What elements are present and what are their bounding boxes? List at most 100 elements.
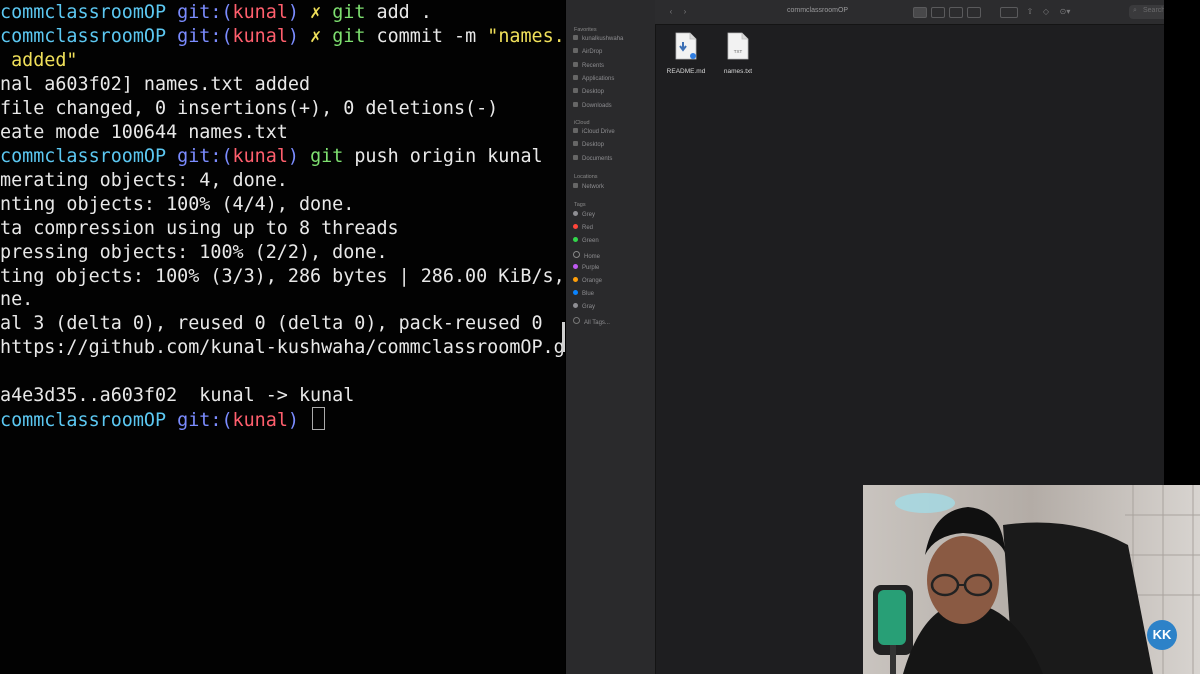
file-label: README.md: [666, 68, 706, 75]
terminal-window[interactable]: commclassroomOP git:(kunal) ✗ git add .c…: [0, 0, 565, 674]
tag-color-dot: [573, 316, 580, 324]
sidebar-item[interactable]: Desktop: [573, 88, 604, 97]
sidebar-item-label: Downloads: [582, 102, 612, 109]
terminal-text-segment: ): [287, 26, 311, 47]
sidebar-item[interactable]: Desktop: [573, 141, 604, 150]
terminal-line: nal a603f02] names.txt added: [0, 73, 310, 97]
channel-logo: KK: [1147, 620, 1177, 650]
sidebar-item[interactable]: AirDrop: [573, 48, 602, 57]
sidebar-item-label: kunalkushwaha: [582, 36, 624, 42]
terminal-line: ta compression using up to 8 threads: [0, 217, 399, 241]
sidebar-item[interactable]: Documents: [573, 154, 612, 164]
sidebar-item[interactable]: Downloads: [573, 101, 612, 111]
tag-color-dot: [573, 263, 578, 269]
icon-view-button[interactable]: [913, 7, 927, 18]
folder-icon: [573, 141, 578, 147]
terminal-text-segment: eate mode 100644 names.txt: [0, 122, 288, 143]
terminal-line: a4e3d35..a603f02 kunal -> kunal: [0, 384, 354, 408]
tag-label: Blue: [582, 291, 595, 298]
sidebar-section-locations: Locations: [574, 174, 598, 180]
list-view-button[interactable]: [931, 7, 945, 18]
sidebar-item-label: Desktop: [582, 142, 605, 149]
forward-button[interactable]: ›: [681, 7, 689, 17]
tag-icon[interactable]: ◇: [1041, 7, 1051, 17]
sidebar-tag-item[interactable]: Orange: [573, 277, 602, 286]
tag-label: Red: [582, 225, 594, 232]
finder-window-title: commclassroomOP: [787, 7, 849, 14]
sidebar-item[interactable]: Network: [573, 183, 604, 192]
terminal-text-segment: pressing objects: 100% (2/2), done.: [0, 242, 388, 263]
more-actions-icon[interactable]: ⊙▾: [1057, 7, 1073, 17]
file-names-txt[interactable]: TXT names.txt: [713, 32, 763, 75]
terminal-line: al 3 (delta 0), reused 0 (delta 0), pack…: [0, 312, 543, 336]
terminal-line: commclassroomOP git:(kunal) git push ori…: [0, 145, 543, 169]
terminal-text-segment: git:(: [177, 410, 233, 431]
terminal-text-segment: https://github.com/kunal-kushwaha/commcl…: [0, 337, 565, 358]
search-icon: ⌕: [1133, 7, 1137, 14]
webcam-overlay: [863, 485, 1200, 674]
terminal-text-segment: commclassroomOP: [0, 410, 178, 431]
presenter-video: [863, 485, 1200, 674]
column-view-button[interactable]: [949, 7, 963, 18]
sidebar-item-label: AirDrop: [582, 49, 603, 56]
group-button[interactable]: [1000, 7, 1018, 18]
sidebar-item-label: Recents: [582, 62, 605, 69]
terminal-text-segment: ting objects: 100% (3/3), 286 bytes | 28…: [0, 266, 565, 287]
finder-sidebar: Favorites kunalkushwaha AirDrop Recents App…: [566, 0, 656, 674]
sidebar-tag-item[interactable]: Purple: [573, 263, 599, 273]
folder-icon: [573, 88, 578, 94]
folder-icon: [573, 183, 578, 188]
terminal-text-segment: file changed, 0 insertions(+), 0 deletio…: [0, 98, 499, 119]
terminal-text-segment: ✗: [310, 26, 333, 47]
sidebar-tag-item[interactable]: Grey: [573, 211, 595, 220]
sidebar-item[interactable]: Recents: [573, 61, 605, 71]
window-resize-divider[interactable]: [562, 322, 565, 352]
sidebar-item[interactable]: kunalkushwaha: [573, 35, 623, 44]
file-label: names.txt: [723, 68, 753, 75]
terminal-text-segment: nting objects: 100% (4/4), done.: [0, 194, 355, 215]
terminal-text-segment: git: [310, 146, 355, 167]
terminal-line: ting objects: 100% (3/3), 286 bytes | 28…: [0, 265, 565, 289]
text-file-icon: TXT: [727, 32, 749, 60]
search-placeholder: Search: [1143, 7, 1166, 14]
terminal-line: nting objects: 100% (4/4), done.: [0, 193, 354, 217]
sidebar-tag-item[interactable]: Blue: [573, 290, 594, 299]
terminal-text-segment: merating objects: 4, done.: [0, 170, 288, 191]
file-readme[interactable]: README.md: [661, 32, 711, 75]
terminal-cursor: [312, 407, 326, 430]
tag-color-dot: [573, 277, 578, 282]
tag-label: Green: [582, 238, 599, 245]
tag-label: Grey: [582, 212, 596, 218]
terminal-text-segment: git: [332, 26, 377, 47]
tag-color-dot: [573, 290, 578, 296]
tag-label: All Tags...: [584, 319, 610, 326]
markdown-file-icon: [675, 32, 697, 60]
terminal-text-segment: a4e3d35..a603f02 kunal -> kunal: [0, 385, 355, 406]
terminal-line: file changed, 0 insertions(+), 0 deletio…: [0, 97, 498, 121]
sidebar-item-label: Applications: [582, 75, 615, 82]
terminal-text-segment: add .: [376, 2, 432, 23]
share-icon[interactable]: ⇧: [1025, 7, 1035, 17]
sidebar-item[interactable]: iCloud Drive: [573, 128, 615, 137]
gallery-view-button[interactable]: [967, 7, 981, 18]
folder-icon: [573, 128, 578, 133]
sidebar-tag-item[interactable]: All Tags...: [573, 316, 610, 326]
terminal-text-segment: ): [287, 410, 311, 431]
finder-toolbar: ‹ › commclassroomOP ⇧ ◇ ⊙▾ ⌕ Search: [655, 0, 1200, 25]
terminal-text-segment: commit -m: [376, 26, 488, 47]
back-button[interactable]: ‹: [667, 7, 675, 17]
tag-color-dot: [573, 250, 580, 258]
terminal-text-segment: ✗: [310, 2, 333, 23]
terminal-text-segment: git:(: [177, 146, 233, 167]
sidebar-item[interactable]: Applications: [573, 74, 615, 84]
terminal-line: https://github.com/kunal-kushwaha/commcl…: [0, 336, 565, 360]
sidebar-tag-item[interactable]: Gray: [573, 303, 595, 312]
sidebar-section-favorites: Favorites: [574, 27, 597, 33]
sidebar-item-label: Desktop: [582, 89, 605, 96]
tag-label: Orange: [582, 278, 603, 284]
sidebar-tag-item[interactable]: Home: [573, 250, 600, 260]
terminal-line: eate mode 100644 names.txt: [0, 121, 288, 145]
sidebar-item-label: iCloud Drive: [582, 129, 615, 135]
sidebar-tag-item[interactable]: Green: [573, 237, 599, 246]
sidebar-tag-item[interactable]: Red: [573, 224, 593, 233]
